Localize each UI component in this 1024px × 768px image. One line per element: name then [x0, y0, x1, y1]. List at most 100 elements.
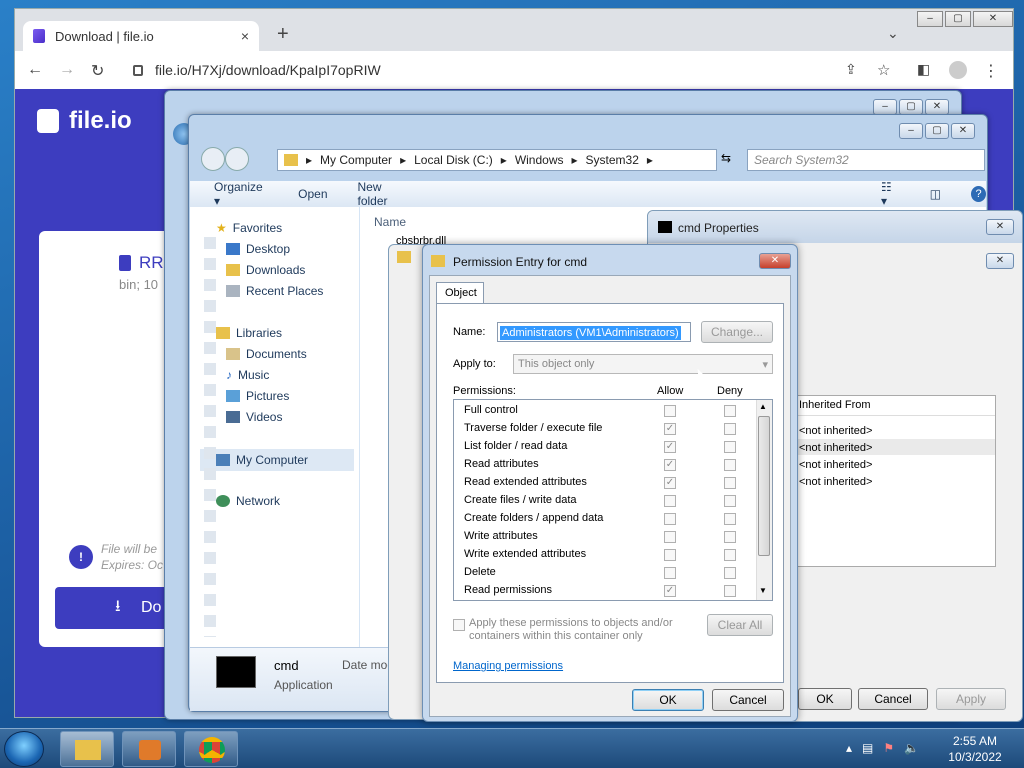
scrollbar[interactable]: ▲ ▼ — [756, 400, 772, 600]
deny-checkbox[interactable] — [724, 477, 736, 489]
menu-kebab-icon[interactable]: ⋮ — [983, 61, 999, 81]
scroll-down-icon[interactable]: ▼ — [759, 586, 767, 595]
forward-arrow-icon[interactable]: → — [59, 61, 75, 79]
close-button[interactable]: ✕ — [759, 253, 791, 269]
maximize-button[interactable]: ▢ — [925, 123, 949, 139]
share-icon[interactable]: ⇪ — [845, 61, 857, 78]
deny-checkbox[interactable] — [724, 513, 736, 525]
cancel-button[interactable]: Cancel — [712, 689, 784, 711]
clock[interactable]: 2:55 AM 10/3/2022 — [940, 733, 1010, 765]
cancel-button[interactable]: Cancel — [858, 688, 928, 710]
name-field[interactable]: Administrators (VM1\Administrators) — [497, 322, 691, 342]
deny-checkbox[interactable] — [724, 549, 736, 561]
allow-checkbox[interactable] — [664, 567, 676, 579]
new-tab-button[interactable]: + — [277, 23, 289, 46]
allow-checkbox[interactable]: ✓ — [664, 477, 676, 489]
minimize-button[interactable]: – — [873, 99, 897, 115]
bookmark-star-icon[interactable]: ☆ — [877, 61, 890, 79]
inherited-row[interactable]: <not inherited> — [799, 442, 872, 454]
address-bar[interactable]: file.io/H7Xj/download/KpaIpI7opRIW — [127, 56, 887, 84]
taskbar-chrome[interactable] — [184, 731, 238, 767]
allow-checkbox[interactable]: ✓ — [664, 585, 676, 597]
network-status-icon[interactable]: ▤ — [862, 741, 873, 755]
view-options-icon[interactable]: ☷ ▾ — [881, 180, 900, 208]
profile-avatar-icon[interactable] — [949, 61, 967, 79]
breadcrumb-item[interactable]: My Computer — [320, 153, 392, 167]
reload-icon[interactable]: ↻ — [91, 61, 104, 81]
minimize-button[interactable]: – — [899, 123, 923, 139]
allow-checkbox[interactable] — [664, 531, 676, 543]
nav-pictures[interactable]: Pictures — [226, 389, 289, 403]
clear-all-button[interactable]: Clear All — [707, 614, 773, 636]
allow-checkbox[interactable] — [664, 513, 676, 525]
inherited-row[interactable]: <not inherited> — [799, 459, 872, 471]
volume-icon[interactable]: 🔈 — [904, 741, 919, 755]
inherited-row[interactable]: <not inherited> — [799, 425, 872, 437]
scroll-thumb[interactable] — [758, 416, 770, 556]
allow-checkbox[interactable] — [664, 405, 676, 417]
allow-checkbox[interactable]: ✓ — [664, 441, 676, 453]
nav-my-computer[interactable]: My Computer — [200, 449, 354, 471]
refresh-icon[interactable]: ⇆ — [721, 151, 731, 165]
deny-checkbox[interactable] — [724, 531, 736, 543]
managing-permissions-link[interactable]: Managing permissions — [453, 660, 563, 672]
maximize-button[interactable]: ▢ — [945, 11, 971, 27]
close-button[interactable]: ✕ — [951, 123, 975, 139]
inherited-row[interactable]: <not inherited> — [799, 476, 872, 488]
help-icon[interactable]: ? — [971, 186, 987, 202]
nav-recent[interactable]: Recent Places — [226, 284, 323, 298]
allow-checkbox[interactable] — [664, 549, 676, 561]
nav-libraries[interactable]: Libraries — [216, 326, 282, 340]
deny-checkbox[interactable] — [724, 423, 736, 435]
fileio-logo[interactable]: file.io — [37, 107, 132, 135]
nav-videos[interactable]: Videos — [226, 410, 282, 424]
allow-checkbox[interactable] — [664, 495, 676, 507]
apply-button[interactable]: Apply — [936, 688, 1006, 710]
deny-checkbox[interactable] — [724, 459, 736, 471]
forward-nav-icon[interactable] — [225, 147, 249, 171]
breadcrumb-item[interactable]: Windows — [515, 153, 564, 167]
deny-checkbox[interactable] — [724, 567, 736, 579]
close-button[interactable]: ✕ — [986, 253, 1014, 269]
deny-checkbox[interactable] — [724, 405, 736, 417]
organize-button[interactable]: Organize ▾ — [214, 180, 268, 208]
tab-search-icon[interactable]: ⌄ — [887, 25, 899, 42]
action-center-icon[interactable]: ⚑ — [883, 741, 894, 755]
ok-button[interactable]: OK — [798, 688, 852, 710]
tab-object[interactable]: Object — [436, 282, 484, 304]
nav-documents[interactable]: Documents — [226, 347, 307, 361]
nav-favorites[interactable]: ★ Favorites — [216, 221, 282, 235]
back-nav-icon[interactable] — [201, 147, 225, 171]
ok-button[interactable]: OK — [632, 689, 704, 711]
new-folder-button[interactable]: New folder — [358, 180, 411, 208]
close-button[interactable]: ✕ — [986, 219, 1014, 235]
start-button[interactable] — [4, 731, 44, 767]
breadcrumb-item[interactable]: System32 — [586, 153, 639, 167]
browser-tab[interactable]: Download | file.io × — [23, 21, 259, 51]
change-button[interactable]: Change... — [701, 321, 773, 343]
taskbar-media-player[interactable] — [122, 731, 176, 767]
allow-checkbox[interactable]: ✓ — [664, 459, 676, 471]
column-header-name[interactable]: Name — [374, 215, 406, 229]
close-button[interactable]: ✕ — [925, 99, 949, 115]
nav-desktop[interactable]: Desktop — [226, 242, 290, 256]
maximize-button[interactable]: ▢ — [899, 99, 923, 115]
apply-children-checkbox[interactable] — [453, 619, 465, 631]
nav-downloads[interactable]: Downloads — [226, 263, 305, 277]
open-button[interactable]: Open — [298, 187, 327, 201]
breadcrumb[interactable]: ▸ My Computer ▸ Local Disk (C:) ▸ Windows ▸… — [277, 149, 717, 171]
nav-network[interactable]: Network — [216, 494, 280, 508]
back-arrow-icon[interactable]: ← — [27, 61, 43, 79]
column-header-inherited[interactable]: Inherited From — [797, 396, 995, 416]
apply-to-select[interactable]: This object only ▾ — [513, 354, 773, 374]
scroll-up-icon[interactable]: ▲ — [759, 402, 767, 411]
close-button[interactable]: ✕ — [973, 11, 1013, 27]
search-input[interactable]: Search System32 — [747, 149, 985, 171]
deny-checkbox[interactable] — [724, 585, 736, 597]
nav-music[interactable]: ♪ Music — [226, 368, 269, 382]
breadcrumb-item[interactable]: Local Disk (C:) — [414, 153, 493, 167]
taskbar-explorer[interactable] — [60, 731, 114, 767]
minimize-button[interactable]: – — [917, 11, 943, 27]
allow-checkbox[interactable]: ✓ — [664, 423, 676, 435]
deny-checkbox[interactable] — [724, 441, 736, 453]
